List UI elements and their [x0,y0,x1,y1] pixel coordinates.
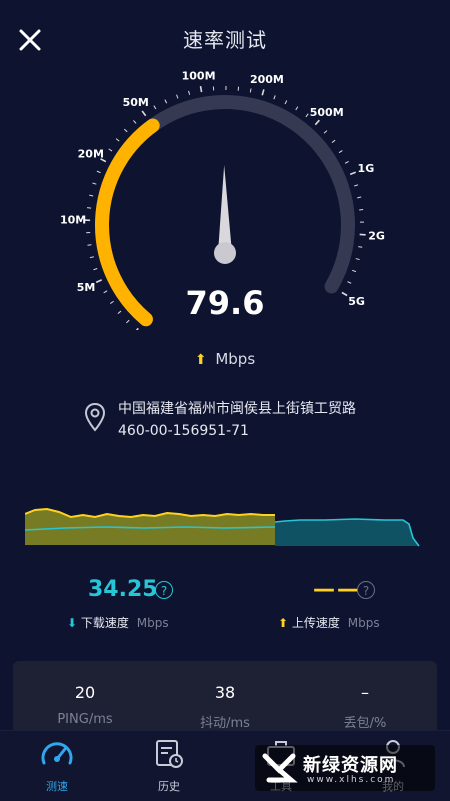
speed-value: 79.6 [0,284,450,322]
network-stats-card: 20 PING/ms 38 抖动/ms – 丢包/% [13,661,437,741]
speedometer-icon [39,737,75,771]
speed-waveform [25,500,425,555]
jitter-stat: 38 抖动/ms [165,683,285,731]
download-speed-label: ⬇ 下载速度 Mbps [67,614,169,631]
gauge-tick-label: 2G [368,230,385,243]
gauge-tick-label: 50M [123,96,149,109]
gauge-needle [218,165,232,253]
upload-help-icon[interactable]: ? [357,581,375,599]
packet-loss-stat: – 丢包/% [305,683,425,731]
location-pin-icon [84,402,106,432]
tab-speed-test[interactable]: 测速 [27,737,87,794]
ping-stat: 20 PING/ms [25,683,145,727]
history-icon [151,737,187,771]
watermark-overlay: 新绿资源网 www.xlhs.com [255,745,435,791]
gauge-tick-label: 200M [250,73,284,86]
download-speed-value: 34.25 [88,577,158,602]
gauge-tick-label: 20M [78,148,104,161]
gauge-tick-label: 500M [310,106,344,119]
page-title: 速率测试 [0,24,450,53]
upload-speed-label: ⬆ 上传速度 Mbps [278,614,380,631]
gauge-tick-label: 1G [358,162,375,175]
watermark-title: 新绿资源网 [303,751,398,777]
download-help-icon[interactable]: ? [155,581,173,599]
gauge-needle-hub [214,242,236,264]
close-button[interactable] [14,24,46,56]
packet-loss-label: 丢包/% [305,712,425,731]
upload-arrow-icon: ⬆ [278,616,288,630]
jitter-value: 38 [165,683,285,702]
speed-unit: ⬆ Mbps [0,350,450,368]
jitter-label: 抖动/ms [165,712,285,731]
upload-wave-area [275,519,419,546]
location-address: 中国福建省福州市闽侯县上街镇工贸路 [118,398,356,420]
speed-unit-label: Mbps [215,350,255,368]
tab-history[interactable]: 历史 [139,737,199,794]
gauge-tick-label: 100M [182,70,216,82]
location-cell-code: 460-00-156951-71 [118,420,356,442]
download-arrow-icon: ⬇ [67,616,77,630]
close-icon [14,24,46,56]
location-info: 中国福建省福州市闽侯县上街镇工贸路 460-00-156951-71 [118,398,356,442]
gauge-tick-label: 10M [60,214,86,227]
watermark-url: www.xlhs.com [307,775,395,785]
ping-label: PING/ms [25,712,145,727]
upload-speed-value: —— [313,577,361,602]
packet-loss-value: – [305,683,425,702]
watermark-logo-icon [261,750,299,786]
ping-value: 20 [25,683,145,702]
upload-arrow-icon: ⬆ [195,352,207,368]
